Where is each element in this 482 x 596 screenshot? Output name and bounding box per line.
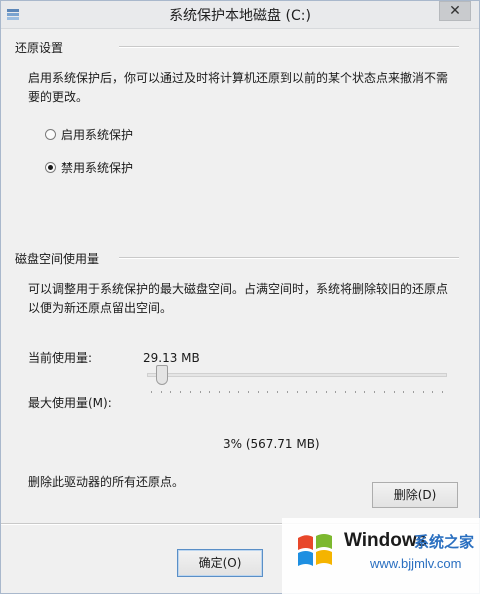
restore-description-line1: 启用系统保护后，你可以通过及时将计算机还原到以前的某个状态点来撤消不需 [28, 71, 449, 85]
slider-tick [315, 391, 317, 393]
restore-settings-title: 还原设置 [15, 41, 64, 55]
max-usage-slider-track[interactable] [147, 373, 447, 377]
slider-tick [354, 391, 356, 393]
slider-tick [383, 391, 385, 393]
delete-button[interactable]: 删除(D) [372, 482, 458, 508]
slider-tick [180, 391, 182, 393]
slider-tick [432, 391, 434, 393]
slider-tick [218, 391, 220, 393]
max-usage-slider-thumb[interactable] [156, 365, 168, 385]
slider-tick [209, 391, 211, 393]
watermark: Windows 系统之家 www.bjjmlv.com [282, 518, 480, 594]
slider-tick [325, 391, 327, 393]
restore-description-line2: 要的更改。 [28, 90, 89, 104]
disable-protection-label: 禁用系统保护 [61, 161, 134, 175]
disk-usage-divider [119, 257, 459, 259]
radio-selected-icon [45, 162, 56, 173]
window-title: 系统保护本地磁盘 (C:) [169, 8, 311, 24]
slider-tick [160, 391, 162, 393]
disable-protection-radio[interactable]: 禁用系统保护 [45, 159, 133, 176]
delete-restore-points-text: 删除此驱动器的所有还原点。 [28, 475, 185, 489]
slider-tick [345, 391, 346, 393]
disk-usage-title: 磁盘空间使用量 [15, 252, 100, 266]
enable-protection-label: 启用系统保护 [61, 128, 134, 142]
close-button[interactable]: ✕ [439, 1, 471, 21]
slider-tick [199, 391, 201, 393]
slider-tick [364, 391, 366, 393]
slider-tick [422, 391, 424, 393]
slider-tick [306, 391, 308, 393]
current-usage-value: 29.13 MB [143, 351, 200, 365]
close-icon: ✕ [449, 3, 461, 19]
slider-tick [248, 391, 249, 393]
disk-description-line2: 以便为新还原点留出空间。 [28, 301, 173, 315]
disk-description-line1: 可以调整用于系统保护的最大磁盘空间。占满空间时，系统将删除较旧的还原点 [28, 282, 449, 296]
watermark-url: www.bjjmlv.com [370, 556, 462, 571]
ok-button-label: 确定(O) [198, 556, 242, 570]
dialog-content: 还原设置 启用系统保护后，你可以通过及时将计算机还原到以前的某个状态点来撤消不需… [1, 29, 479, 593]
slider-tick [286, 391, 288, 393]
slider-tick [277, 391, 279, 393]
slider-tick [442, 391, 443, 393]
enable-protection-radio[interactable]: 启用系统保护 [45, 126, 133, 143]
slider-tick [257, 391, 259, 393]
restore-settings-divider [119, 46, 459, 48]
system-protection-dialog: 系统保护本地磁盘 (C:) ✕ 还原设置 启用系统保护后，你可以通过及时将计算机… [0, 0, 480, 594]
current-usage-label: 当前使用量: [28, 351, 93, 365]
slider-tick [393, 391, 395, 393]
slider-tick [403, 391, 405, 393]
slider-tick [335, 391, 337, 393]
slider-tick [189, 391, 191, 393]
slider-tick [228, 391, 230, 393]
windows-logo-icon [298, 534, 332, 566]
title-bar: 系统保护本地磁盘 (C:) ✕ [1, 1, 479, 29]
max-usage-label: 最大使用量(M): [28, 396, 112, 410]
slider-tick [374, 391, 376, 393]
slider-tick [238, 391, 240, 393]
watermark-site-name: 系统之家 [414, 533, 475, 551]
ok-button[interactable]: 确定(O) [177, 549, 263, 577]
slider-tick [296, 391, 298, 393]
slider-tick [151, 391, 152, 393]
slider-tick [267, 391, 269, 393]
slider-tick [412, 391, 414, 393]
max-usage-percent: 3% (567.71 MB) [223, 437, 320, 451]
slider-tick [170, 391, 172, 393]
delete-button-label: 删除(D) [393, 488, 437, 502]
radio-unselected-icon [45, 129, 56, 140]
